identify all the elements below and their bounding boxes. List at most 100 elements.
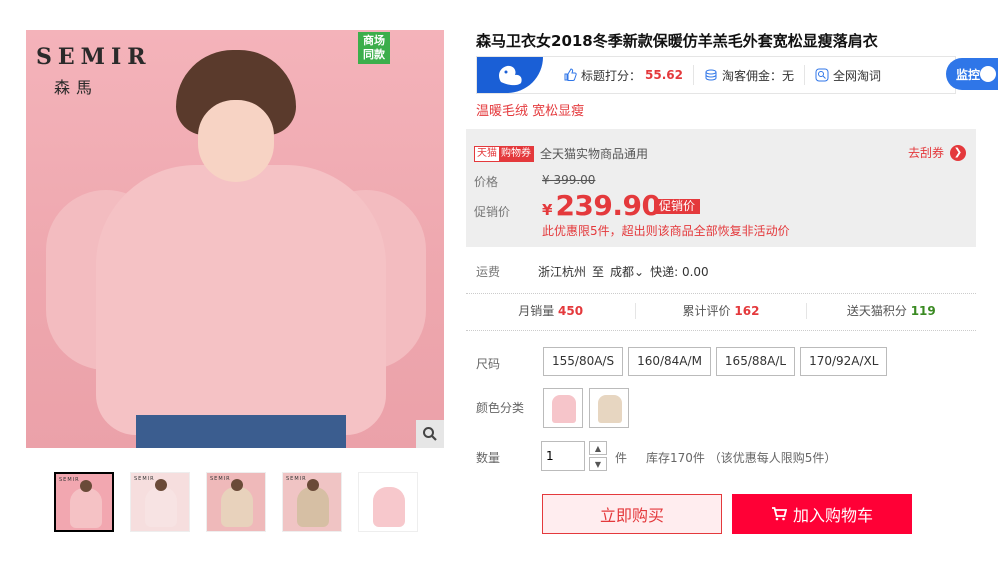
title-score-value: 55.62: [645, 68, 683, 82]
thumbnail-garment: [145, 487, 177, 527]
buy-now-label: 立即购买: [599, 506, 664, 525]
size-options: 155/80A/S 160/84A/M 165/88A/L 170/92A/XL: [543, 347, 888, 376]
brand-logo: SEMIR 森馬: [36, 44, 152, 98]
divider: [466, 293, 976, 294]
thumbnail-garment: [373, 487, 405, 527]
thumbnail-logo: SEMIR: [59, 477, 80, 483]
plugin-info-bar: 标题打分： 55.62 淘客佣金：无 全网淘词: [476, 56, 956, 94]
color-options: [543, 388, 629, 428]
model-hoodie: [96, 165, 386, 435]
title-score: 标题打分： 55.62: [553, 65, 694, 85]
coupon-row: 天猫 购物券 全天猫实物商品通用: [474, 145, 648, 162]
shipping-fee: 快递: 0.00: [650, 265, 709, 279]
add-to-cart-label: 加入购物车: [792, 506, 873, 525]
promo-price-tag: 促销价: [654, 199, 701, 214]
thumbnail-1[interactable]: SEMIR: [54, 472, 114, 532]
cart-icon: [771, 507, 787, 521]
monitor-toggle[interactable]: 监控: [946, 58, 998, 90]
size-label: 尺码: [476, 357, 501, 371]
thumbnail-garment: [297, 487, 329, 527]
get-coupon-label: 去刮券: [907, 146, 944, 160]
review-count[interactable]: 累计评价 162: [636, 303, 807, 319]
tmall-points-value: 119: [910, 304, 936, 318]
brand-logo-latin: SEMIR: [36, 44, 152, 70]
thumbnail-2[interactable]: SEMIR: [130, 472, 190, 532]
currency-symbol: ¥: [542, 201, 553, 219]
size-option-4[interactable]: 170/92A/XL: [800, 347, 888, 376]
caret-down-icon: ▼: [594, 459, 602, 469]
sale-price: ¥ 239.90: [542, 189, 661, 222]
tmall-coupon-tag: 天猫 购物券: [474, 145, 534, 162]
destination-label: 成都: [610, 265, 635, 279]
stock-info: 库存170件 （该优惠每人限购5件）: [646, 451, 837, 465]
shipping-label: 运费: [476, 265, 501, 279]
keyword-search-label: 全网淘词: [833, 68, 882, 83]
chevron-down-icon: ⌄: [634, 265, 645, 279]
chevron-right-icon: ❯: [950, 144, 966, 161]
original-price: ¥ 399.00: [542, 173, 596, 187]
product-title: 森马卫衣女2018冬季新款保暖仿羊羔毛外套宽松显瘦落肩衣: [476, 32, 878, 50]
toggle-knob: [980, 66, 996, 82]
monthly-sales-value: 450: [558, 304, 584, 318]
mall-same-style-badge: 商场同款: [358, 32, 390, 64]
coupon-text: 全天猫实物商品通用: [540, 147, 649, 161]
swatch-garment: [598, 395, 622, 423]
thumbnail-4[interactable]: SEMIR: [282, 472, 342, 532]
size-option-3[interactable]: 165/88A/L: [715, 347, 796, 376]
monthly-sales: 月销量 450: [466, 303, 637, 319]
squirrel-icon: [477, 57, 543, 93]
keyword-search-link[interactable]: 全网淘词: [805, 65, 891, 85]
main-product-image[interactable]: SEMIR 森馬 商场同款: [26, 30, 444, 448]
model-jeans: [136, 415, 346, 448]
quantity-unit: 件: [615, 451, 628, 465]
coupon-tag-tmall: 天猫: [475, 146, 499, 161]
size-option-1[interactable]: 155/80A/S: [543, 347, 624, 376]
promo-note: 此优惠限5件，超出则该商品全部恢复非活动价: [542, 224, 790, 238]
shipping-origin: 浙江杭州: [538, 265, 587, 279]
sale-price-value: 239.90: [555, 189, 661, 222]
model-face: [198, 100, 274, 182]
quantity-input[interactable]: [541, 441, 585, 471]
thumbnail-5[interactable]: [358, 472, 418, 532]
thumbnail-logo: SEMIR: [210, 476, 231, 482]
size-option-2[interactable]: 160/84A/M: [628, 347, 711, 376]
divider: [466, 330, 976, 331]
monitor-label: 监控: [956, 67, 981, 82]
shipping-destination-select[interactable]: 成都⌄: [610, 263, 644, 280]
product-tagline: 温暖毛绒 宽松显瘦: [476, 104, 585, 119]
tmall-points-label: 送天猫积分: [846, 304, 907, 318]
tmall-points: 送天猫积分 119: [807, 303, 976, 319]
coins-icon: [705, 69, 717, 81]
quantity-label: 数量: [476, 451, 501, 465]
title-score-label: 标题打分：: [581, 68, 642, 83]
swatch-garment: [552, 395, 576, 423]
price-label: 价格: [474, 175, 499, 189]
thumbs-up-icon: [564, 68, 577, 81]
review-count-value: 162: [734, 304, 760, 318]
get-coupon-link[interactable]: 去刮券 ❯: [908, 144, 966, 161]
stats-row: 月销量 450 累计评价 162 送天猫积分 119: [466, 303, 976, 319]
thumbnail-garment: [70, 488, 102, 528]
color-label: 颜色分类: [476, 401, 525, 415]
thumbnail-logo: SEMIR: [286, 476, 307, 482]
add-to-cart-button[interactable]: 加入购物车: [732, 494, 912, 534]
commission-info: 淘客佣金：无: [694, 65, 805, 85]
search-words-icon: [815, 68, 829, 82]
shipping-to: 至: [592, 265, 605, 279]
color-swatch-2[interactable]: [589, 388, 629, 428]
quantity-increase-button[interactable]: ▲: [589, 441, 607, 455]
buy-now-button[interactable]: 立即购买: [542, 494, 722, 534]
thumbnail-garment: [221, 487, 253, 527]
thumbnail-model-head: [307, 479, 319, 491]
color-swatch-1[interactable]: [543, 388, 583, 428]
sale-price-label: 促销价: [474, 205, 511, 219]
caret-up-icon: ▲: [594, 443, 602, 453]
thumbnail-model-head: [155, 479, 167, 491]
brand-logo-cn: 森馬: [54, 78, 99, 97]
thumbnail-logo: SEMIR: [134, 476, 155, 482]
thumbnail-3[interactable]: SEMIR: [206, 472, 266, 532]
quantity-decrease-button[interactable]: ▼: [589, 457, 607, 471]
shipping-row: 运费 浙江杭州 至 成都⌄ 快递: 0.00: [476, 263, 709, 280]
zoom-button[interactable]: [416, 420, 444, 448]
monthly-sales-label: 月销量: [518, 304, 555, 318]
